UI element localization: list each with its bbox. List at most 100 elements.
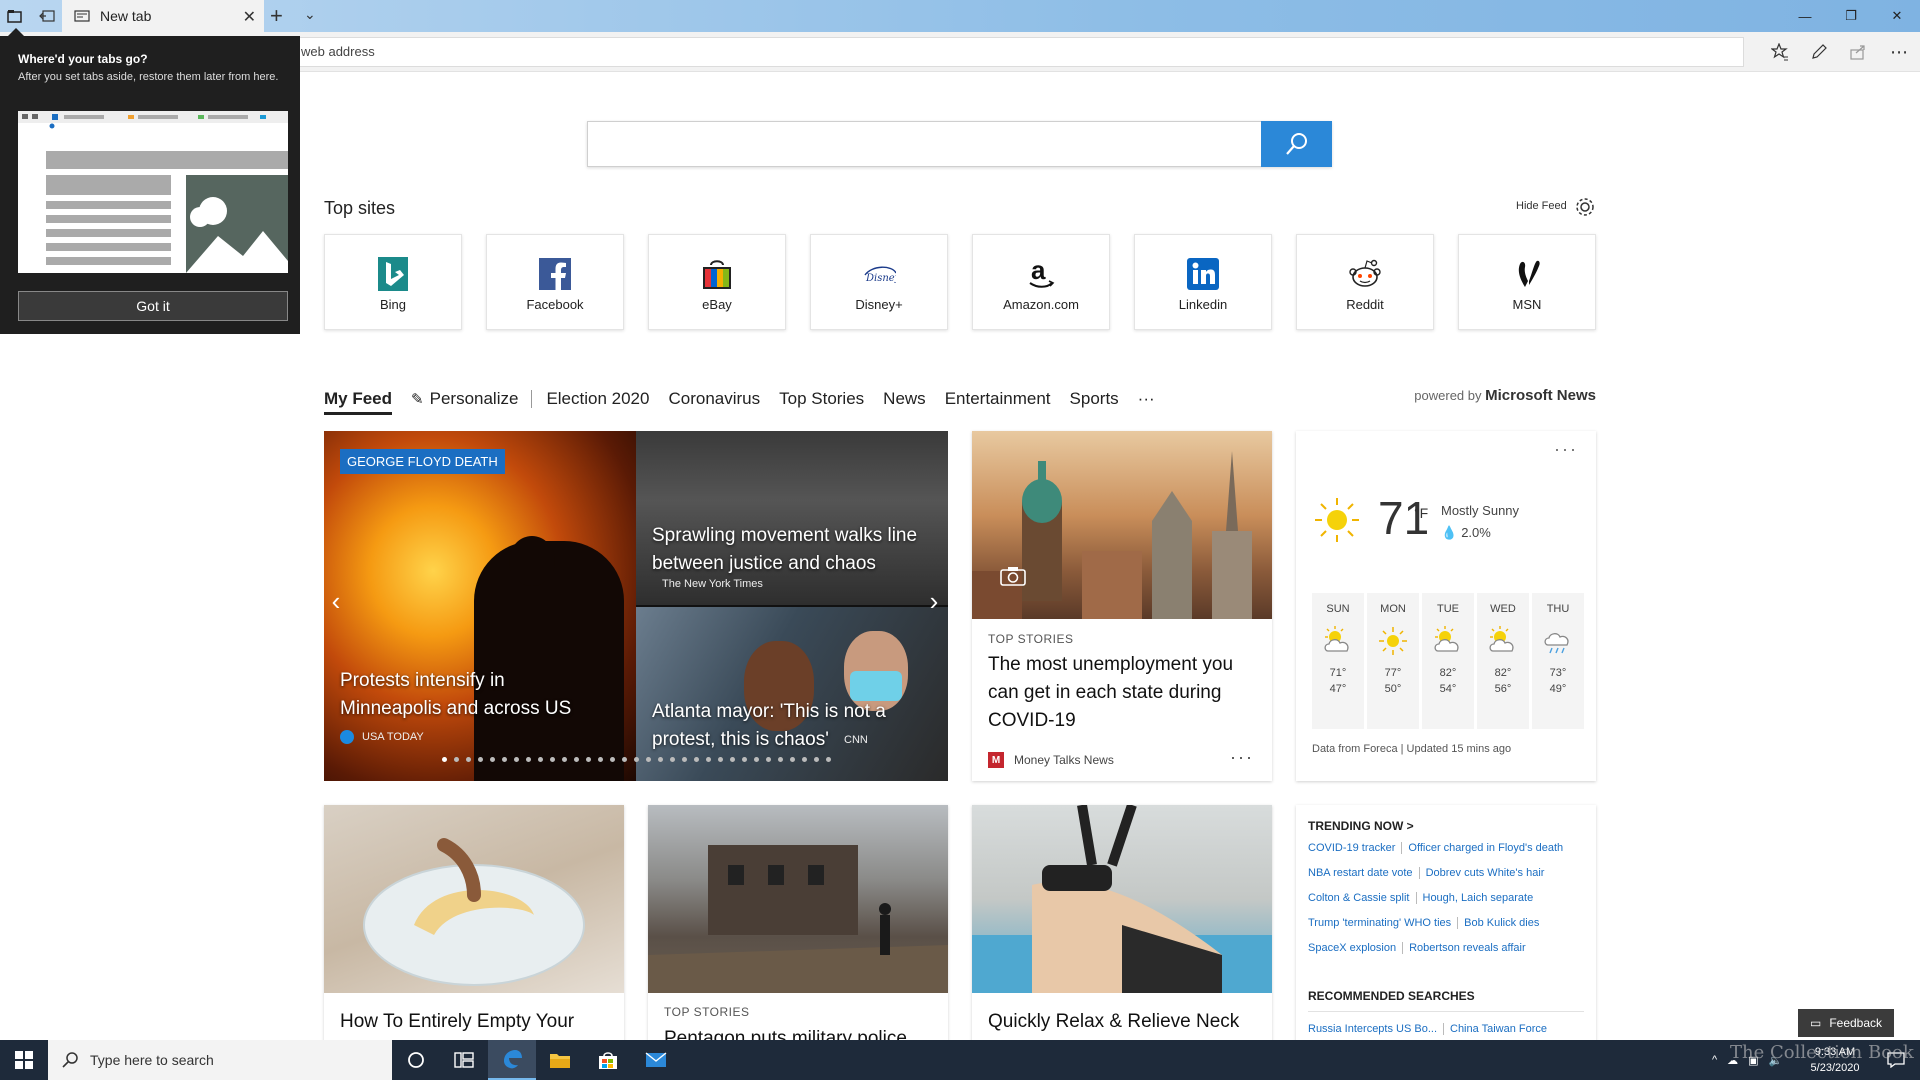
minimize-button[interactable]: — [1782, 0, 1828, 32]
carousel-dot[interactable] [442, 757, 447, 762]
gear-icon[interactable] [1574, 196, 1596, 218]
story-card-neck[interactable]: Quickly Relax & Relieve Neck [972, 805, 1272, 1045]
top-site-bing[interactable]: Bing [324, 234, 462, 330]
carousel-dot[interactable] [634, 757, 639, 762]
close-window-button[interactable]: ✕ [1874, 0, 1920, 32]
start-button[interactable] [0, 1040, 48, 1080]
carousel-next-arrow-icon[interactable]: › [922, 581, 946, 621]
top-site-facebook[interactable]: Facebook [486, 234, 624, 330]
hero-carousel[interactable]: GEORGE FLOYD DEATH Protests intensify in… [324, 431, 948, 781]
carousel-dot[interactable] [718, 757, 723, 762]
top-site-amazon[interactable]: a Amazon.com [972, 234, 1110, 330]
tab-news[interactable]: News [883, 389, 926, 409]
edge-taskbar-icon[interactable] [488, 1040, 536, 1080]
more-icon[interactable]: ⋯ [1887, 40, 1911, 64]
tray-chevron-icon[interactable]: ^ [1712, 1054, 1717, 1066]
tab-election-2020[interactable]: Election 2020 [546, 389, 649, 409]
top-site-disney-plus[interactable]: Disney+ Disney+ [810, 234, 948, 330]
story-headline[interactable]: Quickly Relax & Relieve Neck [988, 1008, 1258, 1036]
carousel-dot[interactable] [454, 757, 459, 762]
trending-link[interactable]: Hough, Laich separate [1415, 892, 1534, 904]
carousel-dot[interactable] [550, 757, 555, 762]
hero-r1-headline[interactable]: Sprawling movement walks line between ju… [652, 522, 942, 578]
carousel-dot[interactable] [694, 757, 699, 762]
hero-r2-headline[interactable]: Atlanta mayor: 'This is not a protest, t… [652, 698, 942, 754]
weather-more-button[interactable]: ··· [1554, 439, 1578, 460]
tab-top-stories[interactable]: Top Stories [779, 389, 864, 409]
carousel-dot[interactable] [730, 757, 735, 762]
task-view-icon[interactable] [440, 1040, 488, 1080]
carousel-dot[interactable] [622, 757, 627, 762]
cortana-icon[interactable] [392, 1040, 440, 1080]
top-site-linkedin[interactable]: Linkedin [1134, 234, 1272, 330]
trending-heading[interactable]: TRENDING NOW > [1308, 819, 1414, 833]
tab-coronavirus[interactable]: Coronavirus [668, 389, 760, 409]
carousel-dot[interactable] [814, 757, 819, 762]
web-search-box[interactable] [587, 121, 1332, 167]
new-tab-button[interactable]: + [270, 4, 283, 28]
carousel-dot[interactable] [598, 757, 603, 762]
trending-link[interactable]: Bob Kulick dies [1457, 917, 1540, 929]
tab-new-tab[interactable]: New tab ✕ [62, 0, 264, 32]
carousel-dot[interactable] [490, 757, 495, 762]
carousel-dot[interactable] [802, 757, 807, 762]
file-explorer-icon[interactable] [536, 1040, 584, 1080]
carousel-dot[interactable] [610, 757, 615, 762]
weather-card[interactable]: ··· 71 °F Mostly Sunny 💧 2.0% SUN 71° 47° MO… [1296, 431, 1596, 781]
carousel-prev-arrow-icon[interactable]: ‹ [324, 581, 348, 621]
trending-link[interactable]: Robertson reveals affair [1402, 942, 1526, 954]
top-site-ebay[interactable]: eBay [648, 234, 786, 330]
carousel-dot[interactable] [742, 757, 747, 762]
top-site-msn[interactable]: MSN [1458, 234, 1596, 330]
tab-sports[interactable]: Sports [1070, 389, 1119, 409]
pen-icon[interactable] [1807, 40, 1831, 64]
carousel-dot[interactable] [538, 757, 543, 762]
temp-unit[interactable]: °F [1414, 505, 1428, 521]
topic-badge[interactable]: GEORGE FLOYD DEATH [340, 449, 505, 474]
forecast-day-tue[interactable]: TUE 82° 54° [1422, 593, 1474, 729]
carousel-dots[interactable] [442, 757, 838, 762]
carousel-dot[interactable] [514, 757, 519, 762]
story-headline[interactable]: How To Entirely Empty Your [340, 1008, 610, 1036]
hero-left-headline[interactable]: Protests intensify in Minneapolis and ac… [340, 667, 610, 723]
trending-link[interactable]: Officer charged in Floyd's death [1401, 842, 1564, 854]
weather-footer[interactable]: Data from Foreca | Updated 15 mins ago [1312, 743, 1511, 755]
set-tabs-aside-button[interactable] [34, 0, 60, 32]
top-site-reddit[interactable]: Reddit [1296, 234, 1434, 330]
restore-button[interactable]: ❐ [1828, 0, 1874, 32]
carousel-dot[interactable] [586, 757, 591, 762]
taskbar-search[interactable]: Type here to search [48, 1040, 392, 1080]
share-icon[interactable] [1846, 40, 1870, 64]
store-icon[interactable] [584, 1040, 632, 1080]
tab-personalize[interactable]: ✎ Personalize [411, 389, 518, 409]
more-categories-button[interactable]: ··· [1138, 389, 1155, 409]
carousel-dot[interactable] [526, 757, 531, 762]
carousel-dot[interactable] [670, 757, 675, 762]
forecast-day-wed[interactable]: WED 82° 56° [1477, 593, 1529, 729]
forecast-day-mon[interactable]: MON 77° 50° [1367, 593, 1419, 729]
carousel-dot[interactable] [574, 757, 579, 762]
carousel-dot[interactable] [766, 757, 771, 762]
favorites-icon[interactable] [1768, 40, 1792, 64]
carousel-dot[interactable] [466, 757, 471, 762]
search-button[interactable] [1261, 121, 1332, 167]
forecast-day-thu[interactable]: THU 73° 49° [1532, 593, 1584, 729]
trending-link[interactable]: Dobrev cuts White's hair [1418, 867, 1545, 879]
story-more-button[interactable]: ··· [1230, 747, 1254, 768]
carousel-dot[interactable] [754, 757, 759, 762]
forecast-day-sun[interactable]: SUN 71° 47° [1312, 593, 1364, 729]
close-tab-icon[interactable]: ✕ [243, 7, 256, 27]
tab-my-feed[interactable]: My Feed [324, 389, 393, 415]
story-card-pentagon[interactable]: TOP STORIES Pentagon puts military polic… [648, 805, 948, 1045]
carousel-dot[interactable] [502, 757, 507, 762]
carousel-dot[interactable] [646, 757, 651, 762]
carousel-dot[interactable] [658, 757, 663, 762]
tab-preview-chevron-icon[interactable]: ⌄ [304, 6, 316, 23]
carousel-dot[interactable] [562, 757, 567, 762]
got-it-button[interactable]: Got it [18, 291, 288, 321]
recommended-link[interactable]: Russia Intercepts US Bo... [1308, 1023, 1437, 1035]
address-input[interactable]: web address [292, 37, 1744, 67]
recommended-link[interactable]: China Taiwan Force [1443, 1023, 1548, 1035]
trending-link[interactable]: NBA restart date vote [1308, 867, 1413, 879]
trending-link[interactable]: Colton & Cassie split [1308, 892, 1410, 904]
